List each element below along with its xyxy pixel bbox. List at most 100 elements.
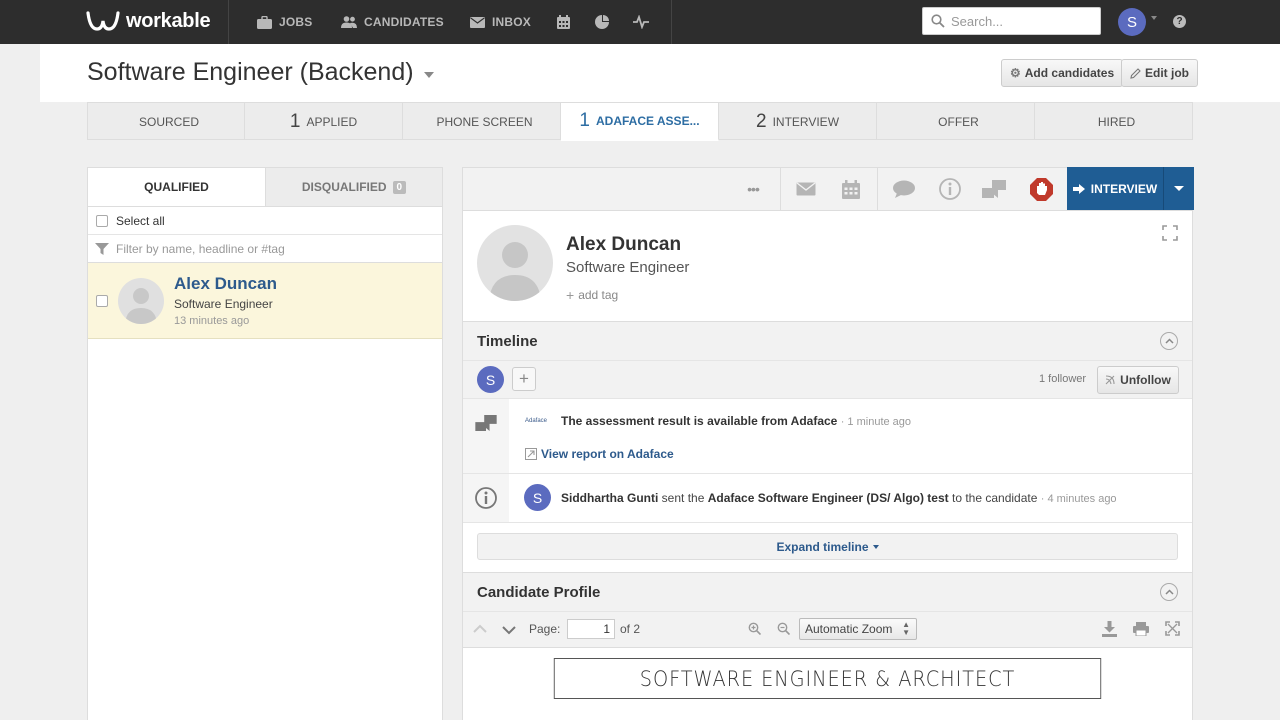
candidate-profile-title: Candidate Profile (477, 583, 601, 601)
avatar (477, 225, 553, 301)
filter-input[interactable]: Filter by name, headline or #tag (116, 242, 285, 256)
help-icon[interactable]: ? (1173, 15, 1186, 28)
fullscreen-button[interactable] (1162, 225, 1178, 246)
comment-button[interactable] (892, 168, 916, 210)
candidate-name[interactable]: Alex Duncan (174, 274, 277, 294)
toolbar-divider (780, 168, 781, 210)
schedule-button[interactable] (841, 168, 861, 210)
calendar-icon (842, 179, 860, 199)
stage-label: INTERVIEW (772, 114, 840, 129)
add-candidates-button[interactable]: ⚙ Add candidates (1001, 59, 1124, 87)
tab-disqualified[interactable]: DISQUALIFIED 0 (265, 168, 442, 206)
pdf-toolbar: Page: of 2 Automatic Zoom ▲▼ (463, 612, 1192, 648)
filter-row[interactable]: Filter by name, headline or #tag (88, 235, 442, 263)
nav-calendar[interactable] (557, 0, 570, 44)
zoom-value: Automatic Zoom (805, 622, 893, 636)
more-icon[interactable]: ••• (741, 168, 765, 210)
download-button[interactable] (1102, 621, 1117, 640)
stage-adaface-assessment[interactable]: 1 ADAFACE ASSE... (561, 103, 719, 141)
add-follower-button[interactable]: + (512, 367, 536, 391)
interview-dropdown-button[interactable] (1163, 167, 1194, 210)
stage-interview[interactable]: 2 INTERVIEW (719, 103, 877, 140)
page-number-input[interactable] (567, 619, 615, 639)
move-stage-button[interactable] (981, 168, 1007, 210)
timeline-event-text: Siddhartha Gunti sent the Adaface Softwa… (561, 491, 1117, 505)
event-text: sent the (658, 491, 708, 505)
envelope-icon (796, 182, 816, 196)
people-icon (341, 16, 357, 28)
stage-label: APPLIED (306, 114, 358, 129)
chevron-down-icon[interactable] (1151, 16, 1157, 20)
collapse-profile-button[interactable] (1160, 583, 1178, 601)
stage-sourced[interactable]: SOURCED (87, 103, 245, 140)
previous-page-button[interactable] (473, 622, 487, 636)
select-all-checkbox[interactable] (96, 214, 108, 227)
edit-job-button[interactable]: Edit job (1121, 59, 1198, 87)
event-text: The assessment result is available from … (561, 414, 838, 428)
tab-qualified[interactable]: QUALIFIED (88, 168, 265, 206)
timeline-event: Adaface The assessment result is availab… (525, 414, 911, 428)
pipeline-stages: SOURCED 1 APPLIED PHONE SCREEN 1 ADAFACE… (87, 102, 1193, 141)
job-title-dropdown[interactable]: Software Engineer (Backend) (87, 58, 434, 87)
print-button[interactable] (1133, 622, 1149, 639)
list-item[interactable]: Alex Duncan Software Engineer 13 minutes… (88, 263, 442, 339)
candidate-toolbar: ••• INTERVIEW (463, 167, 1194, 211)
stop-hand-icon (1029, 177, 1053, 201)
candidate-profile-header: Alex Duncan Software Engineer + add tag (463, 211, 1192, 321)
job-header: Software Engineer (Backend) ⚙ Add candid… (40, 44, 1280, 102)
nav-jobs[interactable]: JOBS (257, 0, 312, 44)
next-page-button[interactable] (502, 624, 516, 638)
disqualify-button[interactable] (1029, 168, 1053, 210)
timeline-title: Timeline (477, 332, 538, 350)
select-all-row[interactable]: Select all (88, 207, 442, 235)
resume-heading: SOFTWARE ENGINEER & ARCHITECT (553, 658, 1102, 699)
user-avatar[interactable]: S (1118, 8, 1146, 36)
chevron-down-icon (1174, 186, 1184, 191)
chevron-up-icon (473, 624, 487, 633)
edit-job-label: Edit job (1145, 66, 1189, 80)
interview-main-button[interactable]: INTERVIEW (1067, 167, 1163, 210)
fullscreen-pdf-button[interactable] (1165, 621, 1180, 639)
pdf-viewer[interactable]: SOFTWARE ENGINEER & ARCHITECT (463, 648, 1192, 720)
add-tag-button[interactable]: + add tag (566, 287, 618, 303)
collapse-timeline-button[interactable] (1160, 332, 1178, 350)
zoom-out-button[interactable] (777, 622, 791, 638)
search-input[interactable] (951, 13, 1091, 29)
unfollow-label: Unfollow (1120, 373, 1171, 387)
top-nav: workable JOBS CANDIDATES INBOX S ? (0, 0, 1280, 44)
expand-timeline-label: Expand timeline (776, 539, 869, 554)
stage-hired[interactable]: HIRED (1035, 103, 1193, 140)
stage-applied[interactable]: 1 APPLIED (245, 103, 403, 140)
actor-avatar[interactable]: S (524, 484, 551, 511)
toolbar-divider (877, 168, 878, 210)
stage-offer[interactable]: OFFER (877, 103, 1035, 140)
move-to-interview-button[interactable]: INTERVIEW (1067, 167, 1194, 210)
stage-label: PHONE SCREEN (436, 114, 533, 129)
avatar (118, 277, 164, 324)
unfollow-button[interactable]: Unfollow (1097, 366, 1179, 394)
zoom-out-icon (777, 622, 791, 636)
zoom-select[interactable]: Automatic Zoom ▲ ▼ (799, 618, 917, 640)
follower-avatar[interactable]: S (477, 366, 504, 393)
email-button[interactable] (795, 168, 817, 210)
stage-phone-screen[interactable]: PHONE SCREEN (403, 103, 561, 140)
nav-candidates[interactable]: CANDIDATES (341, 0, 444, 44)
actor-name[interactable]: Siddhartha Gunti (561, 491, 658, 505)
view-report-link[interactable]: View report on Adaface (525, 447, 674, 461)
search-box[interactable] (922, 7, 1101, 35)
candidate-info: Alex Duncan Software Engineer 13 minutes… (174, 274, 277, 327)
expand-timeline-button[interactable]: Expand timeline (477, 533, 1178, 560)
workable-logo[interactable]: workable (86, 9, 211, 33)
candidate-checkbox[interactable] (96, 294, 108, 307)
fullscreen-icon (1165, 621, 1180, 636)
nav-activity[interactable] (633, 0, 649, 44)
evaluate-button[interactable] (938, 168, 962, 210)
nav-inbox[interactable]: INBOX (470, 0, 531, 44)
nav-reports[interactable] (595, 0, 609, 44)
zoom-in-button[interactable] (748, 622, 762, 638)
adaface-logo: Adaface (525, 418, 548, 424)
print-icon (1133, 622, 1149, 637)
disqualified-count-badge: 0 (392, 180, 407, 194)
event-time: · 4 minutes ago (1040, 493, 1117, 505)
page-count: of 2 (620, 622, 641, 636)
